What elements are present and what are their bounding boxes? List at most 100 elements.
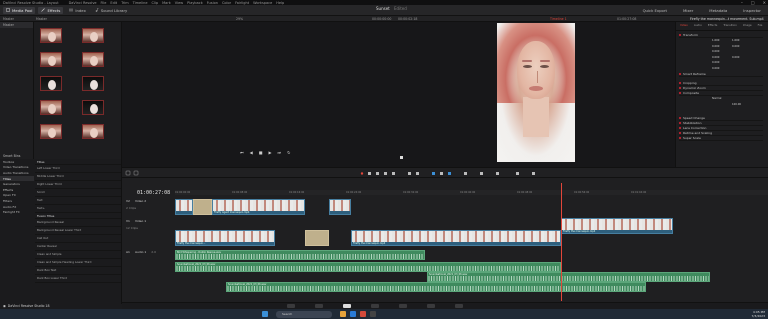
- menu-item[interactable]: Playback: [187, 1, 203, 5]
- effect-item[interactable]: Dark Box Text: [35, 267, 121, 275]
- enable-toggle-icon[interactable]: [679, 136, 681, 139]
- effect-item[interactable]: Left Lower Third: [35, 165, 121, 173]
- page-button-edit[interactable]: [343, 304, 351, 308]
- inspector-tab[interactable]: Audio: [694, 23, 702, 29]
- menu-item[interactable]: Fusion: [207, 1, 218, 5]
- toolbar-right-button[interactable]: Inspector: [740, 7, 764, 14]
- reverse-icon[interactable]: ◀: [250, 150, 253, 155]
- audio-clip[interactable]: Soundsational_2021_03_06.wav: [427, 272, 710, 282]
- effect-item[interactable]: Middle Lower Third: [35, 173, 121, 181]
- edge-icon[interactable]: [350, 311, 356, 317]
- menu-item[interactable]: Fairlight: [235, 1, 249, 5]
- menu-item[interactable]: File: [101, 1, 107, 5]
- media-thumbnail[interactable]: [40, 52, 62, 67]
- enable-toggle-icon[interactable]: [679, 126, 681, 129]
- inspector-section[interactable]: Super Scale: [679, 136, 763, 141]
- jump-end-icon[interactable]: ⏭: [278, 150, 282, 155]
- composite-mode-select[interactable]: Normal: [712, 97, 721, 100]
- media-pool-button[interactable]: Media Pool: [3, 6, 36, 14]
- enable-toggle-icon[interactable]: [679, 121, 681, 124]
- video-clip[interactable]: Firefly the mannequin.mp4: [351, 230, 561, 246]
- file-explorer-icon[interactable]: [340, 311, 346, 317]
- menu-item[interactable]: Edit: [110, 1, 117, 5]
- menu-item[interactable]: Trim: [121, 1, 128, 5]
- menu-item[interactable]: Mark: [162, 1, 171, 5]
- menu-item[interactable]: Workspace: [253, 1, 272, 5]
- toolbar-right-button[interactable]: Quick Export: [640, 7, 670, 14]
- video-clip[interactable]: Firefly the mannequin.mp4: [561, 218, 673, 234]
- toolbox-item[interactable]: Fairlight FX: [0, 209, 34, 215]
- taskbar-search[interactable]: Search: [276, 310, 332, 318]
- media-thumbnail[interactable]: [82, 124, 104, 139]
- enable-toggle-icon[interactable]: [679, 86, 681, 89]
- timeline-ruler[interactable]: 01:00:00:00 01:00:08:00 01:00:16:00 01:00:2…: [175, 190, 768, 195]
- transform-anchor-x[interactable]: 0.000: [712, 56, 719, 59]
- audio-clip[interactable]: Soundsational_2021_03_06.wav: [226, 282, 646, 292]
- effect-item[interactable]: Call Out: [35, 235, 121, 243]
- transform-yaw[interactable]: 0.000: [712, 67, 719, 70]
- media-thumbnail[interactable]: [40, 76, 62, 91]
- media-thumbnail[interactable]: [82, 100, 104, 115]
- inspector-tab[interactable]: Transition: [723, 23, 737, 29]
- enable-toggle-icon[interactable]: [679, 131, 681, 134]
- media-thumbnail[interactable]: [82, 76, 104, 91]
- effect-item[interactable]: Right Lower Third: [35, 181, 121, 189]
- page-button-fairlight[interactable]: [427, 304, 435, 308]
- play-icon[interactable]: ▶: [268, 150, 271, 155]
- transform-rotation[interactable]: 0.000: [712, 50, 719, 53]
- stop-icon[interactable]: ■: [259, 150, 263, 155]
- transform-zoom-y[interactable]: 1.000: [732, 39, 739, 42]
- enable-toggle-icon[interactable]: [679, 91, 681, 94]
- transform-position-x[interactable]: 0.000: [712, 45, 719, 48]
- playhead[interactable]: [561, 183, 562, 301]
- video-clip[interactable]: [329, 199, 351, 215]
- media-thumbnail[interactable]: [82, 28, 104, 43]
- loop-icon[interactable]: ↻: [287, 150, 290, 155]
- inspector-tab[interactable]: File: [758, 23, 763, 29]
- inspector-section[interactable]: Transform: [679, 33, 763, 38]
- page-button-color[interactable]: [399, 304, 407, 308]
- resolve-taskbar-icon[interactable]: [370, 311, 376, 317]
- sound-library-button[interactable]: Sound Library: [92, 7, 130, 14]
- media-thumbnail[interactable]: [40, 28, 62, 43]
- enable-toggle-icon[interactable]: [679, 81, 681, 84]
- edit-index-button[interactable]: Index: [66, 7, 88, 14]
- effect-item[interactable]: Clean and Simple: [35, 251, 121, 259]
- page-button-fusion[interactable]: [371, 304, 379, 308]
- master-bin[interactable]: Master: [0, 22, 33, 28]
- transform-anchor-y[interactable]: 0.000: [732, 56, 739, 59]
- effect-item[interactable]: Scroll: [35, 189, 121, 197]
- inspector-section[interactable]: Composite: [679, 91, 763, 96]
- toolbar-right-button[interactable]: Mixer: [680, 7, 696, 14]
- toolbar-right-button[interactable]: Metadata: [706, 7, 730, 14]
- toolbox-item[interactable]: Audio Transitions: [0, 170, 34, 176]
- effect-item[interactable]: Text: [35, 197, 121, 205]
- effect-item[interactable]: Center Reveal: [35, 243, 121, 251]
- inspector-section[interactable]: Smart Reframe: [679, 72, 763, 77]
- audio-clip[interactable]: Soundsational_2021_03_06.wav: [175, 262, 561, 272]
- system-clock[interactable]: 4:05 PM 7/3/2023: [752, 310, 765, 318]
- windows-start-icon[interactable]: [262, 311, 268, 317]
- media-thumbnail[interactable]: [40, 100, 62, 115]
- app-icon[interactable]: [360, 311, 366, 317]
- audio-clip[interactable]: Bird Whispering - Dublin Rescue.wav: [175, 250, 425, 260]
- menu-item[interactable]: Clip: [152, 1, 159, 5]
- media-thumbnail[interactable]: [40, 124, 62, 139]
- effect-item[interactable]: Background Reveal Lower Third: [35, 227, 121, 235]
- effect-item[interactable]: Clean and Simple Heading Lower Third: [35, 259, 121, 267]
- page-button-media[interactable]: [287, 304, 295, 308]
- inspector-tab[interactable]: Video: [680, 23, 688, 29]
- menu-item[interactable]: Help: [276, 1, 284, 5]
- menu-item[interactable]: DaVinci Resolve: [69, 1, 97, 5]
- video-clip[interactable]: Firefly the mannequin...: [175, 230, 275, 246]
- enable-toggle-icon[interactable]: [679, 72, 681, 75]
- video-clip[interactable]: [305, 230, 329, 246]
- viewer-zoom[interactable]: 29%: [236, 17, 243, 21]
- jump-start-icon[interactable]: ⏮: [240, 150, 244, 155]
- effects-button[interactable]: Effects: [38, 6, 64, 14]
- effect-item[interactable]: Text+: [35, 205, 121, 213]
- transform-pitch[interactable]: 0.000: [712, 61, 719, 64]
- menu-item[interactable]: View: [175, 1, 183, 5]
- video-clip[interactable]: [193, 199, 212, 215]
- opacity-value[interactable]: 100.00: [732, 103, 741, 106]
